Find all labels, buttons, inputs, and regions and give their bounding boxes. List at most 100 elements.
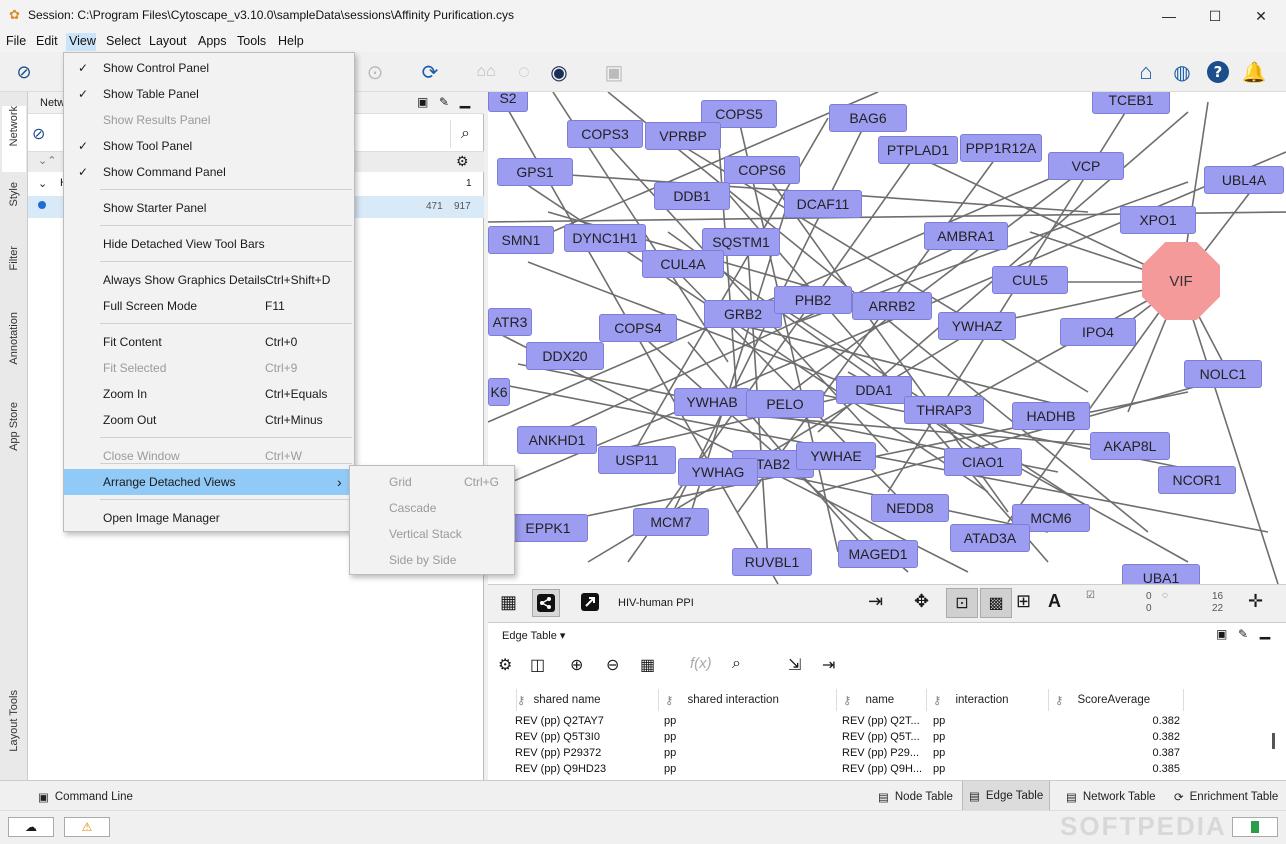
menu-item-show-starter-panel[interactable]: Show Starter Panel xyxy=(64,195,354,221)
node-cops6[interactable]: COPS6 xyxy=(724,156,800,184)
warning-button[interactable]: ⚠ xyxy=(64,817,110,837)
table-row[interactable]: REV (pp) Q2TAY7 pp REV (pp) Q2T... pp 0.382 xyxy=(488,715,1268,731)
tab-network[interactable]: Network xyxy=(2,106,26,172)
maximize-button[interactable]: ☐ xyxy=(1192,0,1238,32)
node-cops4[interactable]: COPS4 xyxy=(599,314,677,342)
table-scrollbar[interactable] xyxy=(1272,733,1275,749)
enrichment-table-tab[interactable]: ⟳ Enrichment Table xyxy=(1168,785,1284,809)
node-table-tab[interactable]: ▤ Node Table xyxy=(872,785,959,809)
node-cops3[interactable]: COPS3 xyxy=(567,120,643,148)
command-line-tab[interactable]: ▣ Command Line xyxy=(32,785,139,809)
tab-app-store[interactable]: App Store xyxy=(2,402,26,472)
tab-annotation[interactable]: Annotation xyxy=(2,312,26,388)
network-table-tab[interactable]: ▤ Network Table xyxy=(1060,785,1162,809)
pin-table-icon[interactable]: ✎ xyxy=(1238,627,1248,641)
pin-icon[interactable]: ✎ xyxy=(439,95,449,109)
node-ppp1r12a[interactable]: PPP1R12A xyxy=(960,134,1042,162)
menu-item-show-results-panel[interactable]: Show Results Panel xyxy=(64,107,354,133)
node-pelo[interactable]: PELO xyxy=(746,390,824,418)
menu-view[interactable]: View xyxy=(66,33,96,51)
node-ddb1[interactable]: DDB1 xyxy=(654,182,730,210)
table-row[interactable]: REV (pp) Q5T3I0 pp REV (pp) Q5T... pp 0.382 xyxy=(488,731,1268,747)
node-gps1[interactable]: GPS1 xyxy=(497,158,573,186)
hide-icon[interactable]: ◌ xyxy=(510,58,538,86)
show-graphics-details-icon[interactable]: ▩ xyxy=(980,588,1012,618)
menu-help[interactable]: Help xyxy=(278,34,304,48)
menu-item-zoom-in[interactable]: Zoom In Ctrl+Equals xyxy=(64,381,354,407)
delete-column-icon[interactable]: ⊖ xyxy=(606,655,619,675)
node-mcm7[interactable]: MCM7 xyxy=(633,508,709,536)
submenu-item-grid[interactable]: Grid Ctrl+G xyxy=(350,469,514,495)
column-header-name[interactable]: ⚷ name xyxy=(836,689,924,711)
close-button[interactable]: ✕ xyxy=(1238,0,1284,32)
add-column-icon[interactable]: ⊕ xyxy=(570,655,583,675)
minimize-button[interactable]: — xyxy=(1146,0,1192,32)
menu-item-show-table-panel[interactable]: ✓ Show Table Panel xyxy=(64,81,354,107)
menu-item-show-tool-panel[interactable]: ✓ Show Tool Panel xyxy=(64,133,354,159)
menu-item-close-window[interactable]: Close Window Ctrl+W xyxy=(64,443,354,469)
menu-item-full-screen-mode[interactable]: Full Screen Mode F11 xyxy=(64,293,354,319)
globe-icon[interactable]: ◍ xyxy=(1168,58,1196,86)
node-ciao1[interactable]: CIAO1 xyxy=(944,448,1022,476)
menu-item-hide-detached-view-tool-bars[interactable]: Hide Detached View Tool Bars xyxy=(64,231,354,257)
node-cul4a[interactable]: CUL4A xyxy=(642,250,724,278)
export-table-icon[interactable]: ⇥ xyxy=(822,655,835,675)
network-source-icon[interactable]: ⊘ xyxy=(32,124,45,144)
menu-item-zoom-out[interactable]: Zoom Out Ctrl+Minus xyxy=(64,407,354,433)
node-ubl4a[interactable]: UBL4A xyxy=(1204,166,1284,194)
node-vcp[interactable]: VCP xyxy=(1048,152,1124,180)
node-ankhd1[interactable]: ANKHD1 xyxy=(517,426,597,454)
menu-apps[interactable]: Apps xyxy=(198,34,227,48)
node-tceb1[interactable]: TCEB1 xyxy=(1092,92,1170,114)
menu-tools[interactable]: Tools xyxy=(237,34,266,48)
menu-select[interactable]: Select xyxy=(106,34,141,48)
node-arrb2[interactable]: ARRB2 xyxy=(852,292,932,320)
node-maged1[interactable]: MAGED1 xyxy=(838,540,918,568)
network-search-icon[interactable]: ⌕ xyxy=(450,120,480,148)
function-builder-icon[interactable]: f(x) xyxy=(690,655,712,672)
node-ywhaz[interactable]: YWHAZ xyxy=(938,312,1016,340)
submenu-item-vertical-stack[interactable]: Vertical Stack xyxy=(350,521,514,547)
tab-network-panel[interactable]: Netw xyxy=(40,97,65,109)
node-ywhag[interactable]: YWHAG xyxy=(678,458,758,486)
node-cul5[interactable]: CUL5 xyxy=(992,266,1068,294)
node-dcaf11[interactable]: DCAF11 xyxy=(784,190,862,218)
apply-check-icon[interactable]: ⊙ xyxy=(361,58,389,86)
menu-item-open-image-manager[interactable]: Open Image Manager xyxy=(64,505,354,531)
node-k6[interactable]: K6 xyxy=(488,378,510,406)
export-network-icon[interactable]: ⇥ xyxy=(868,591,883,612)
collapse-all-icon[interactable]: ⌄⌃ xyxy=(38,154,56,167)
notification-bell-icon[interactable]: 🔔 xyxy=(1240,58,1268,86)
node-ywhae[interactable]: YWHAE xyxy=(796,442,876,470)
node-ruvbl1[interactable]: RUVBL1 xyxy=(732,548,812,576)
show-icon[interactable]: ◉ xyxy=(545,58,573,86)
help-icon[interactable]: ? xyxy=(1204,58,1232,86)
node-grb2[interactable]: GRB2 xyxy=(704,300,782,328)
node-ddx20[interactable]: DDX20 xyxy=(526,342,604,370)
node-dda1[interactable]: DDA1 xyxy=(836,376,912,404)
node-s2[interactable]: S2 xyxy=(488,92,528,112)
node-bag6[interactable]: BAG6 xyxy=(829,104,907,132)
node-thrap3[interactable]: THRAP3 xyxy=(904,396,984,424)
network-canvas[interactable]: VIF S2 COPS5 TCEB1 COPS3 VPRBP BAG6 PTPLAD1 PPP… xyxy=(488,92,1286,584)
home-icon[interactable]: ⌂ xyxy=(1132,58,1160,86)
fit-selected-icon[interactable]: ⊡ xyxy=(946,588,978,618)
node-nedd8[interactable]: NEDD8 xyxy=(871,494,949,522)
float-table-icon[interactable]: ▣ xyxy=(1216,627,1227,641)
table-selector[interactable]: Edge Table ▾ xyxy=(502,629,565,642)
column-header-shared-name[interactable]: ⚷ shared name xyxy=(516,689,656,711)
node-uba1[interactable]: UBA1 xyxy=(1122,564,1200,584)
node-smn1[interactable]: SMN1 xyxy=(488,226,554,254)
export-image-icon[interactable]: ▣ xyxy=(600,58,628,86)
grid-view-icon[interactable]: ▦ xyxy=(500,592,517,613)
node-usp11[interactable]: USP11 xyxy=(598,446,676,474)
node-ywhab[interactable]: YWHAB xyxy=(674,388,750,416)
edge-table-tab[interactable]: ▤ Edge Table xyxy=(962,781,1051,811)
column-header-score-average[interactable]: ⚷ ScoreAverage xyxy=(1048,689,1184,711)
table-row[interactable]: REV (pp) P29372 pp REV (pp) P29... pp 0.387 xyxy=(488,747,1268,763)
cytoscape-logo-icon[interactable]: ⊘ xyxy=(10,58,38,86)
tab-filter[interactable]: Filter xyxy=(2,246,26,294)
home-network-icon[interactable]: ⌂⌂ xyxy=(472,58,500,86)
node-atr3[interactable]: ATR3 xyxy=(488,308,532,336)
node-ambra1[interactable]: AMBRA1 xyxy=(924,222,1008,250)
